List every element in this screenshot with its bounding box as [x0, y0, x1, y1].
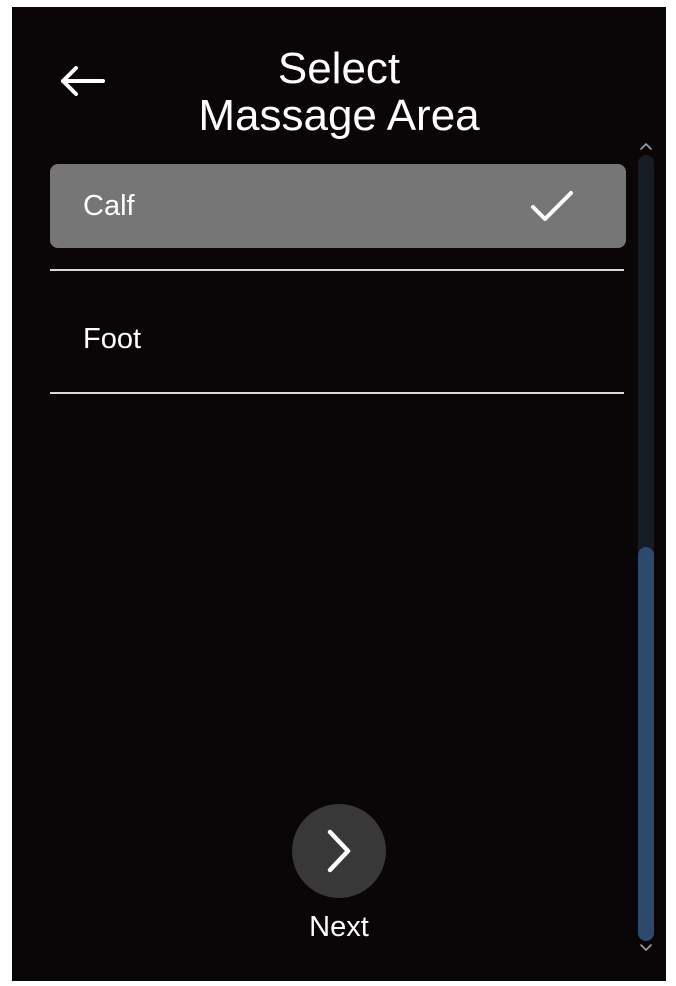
title-line-1: Select — [277, 44, 401, 93]
area-item-calf[interactable]: Calf — [50, 164, 626, 248]
chevron-right-icon — [327, 829, 351, 873]
title-line-2: Massage Area — [198, 91, 480, 140]
divider — [50, 392, 624, 394]
checkmark-icon — [531, 191, 573, 221]
next-label: Next — [309, 911, 369, 943]
scrollbar-thumb[interactable] — [638, 547, 654, 941]
scroll-down-icon[interactable] — [638, 941, 654, 955]
screen: Select Massage Area Calf Foot Next — [12, 7, 666, 981]
area-item-foot[interactable]: Foot — [50, 297, 626, 381]
scroll-up-icon[interactable] — [638, 139, 654, 153]
page-title: Select Massage Area — [12, 45, 666, 139]
frame: Select Massage Area Calf Foot Next — [0, 0, 676, 986]
area-item-label: Foot — [83, 322, 142, 355]
next-button[interactable] — [292, 804, 386, 898]
divider — [50, 269, 624, 271]
